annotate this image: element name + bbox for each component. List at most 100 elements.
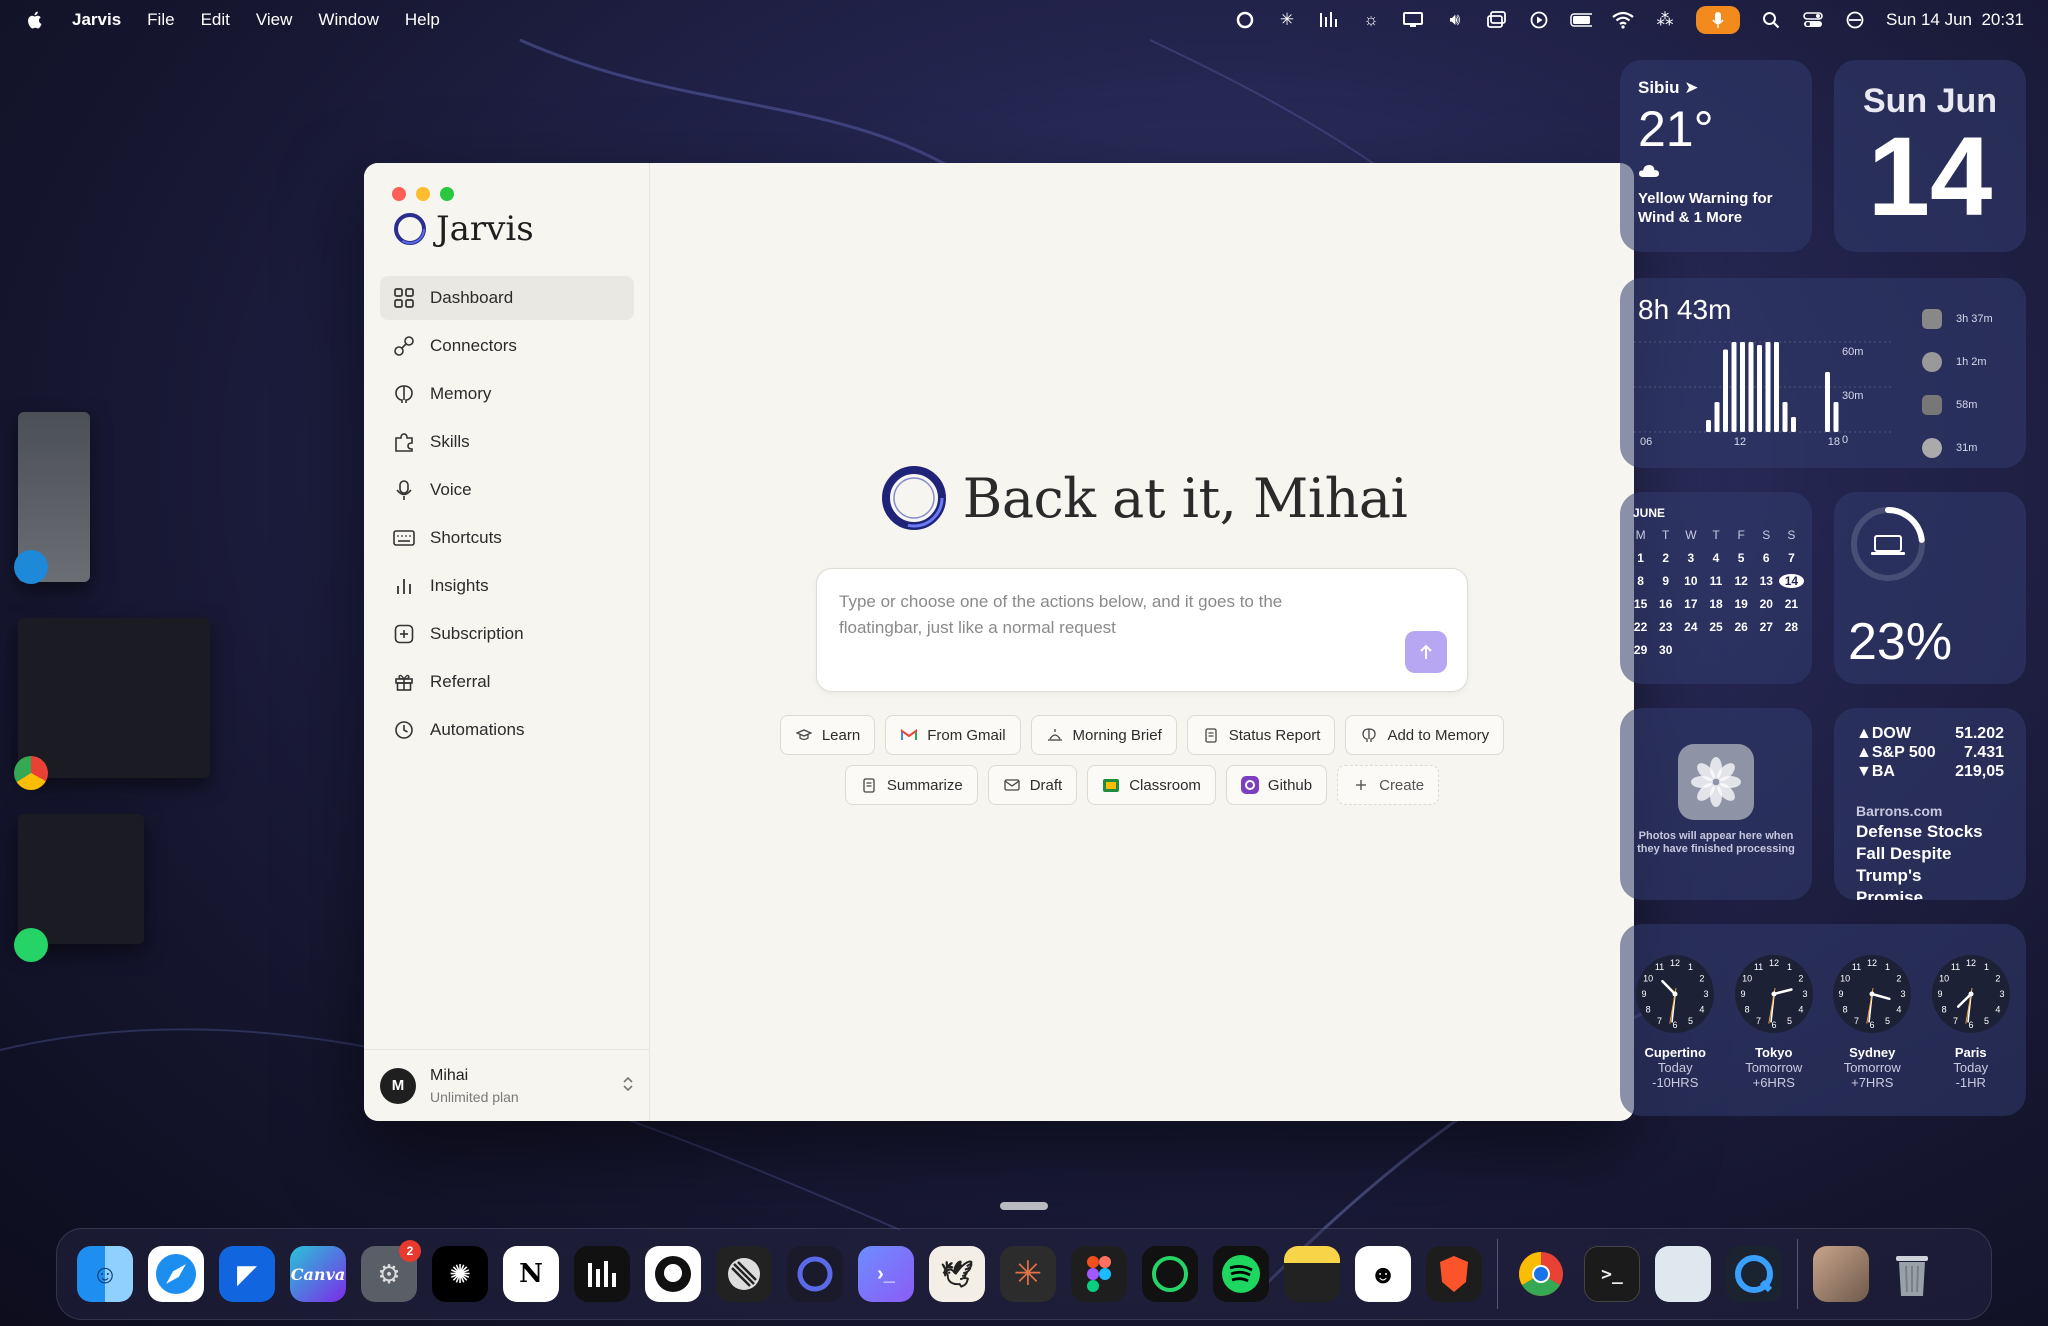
search-icon[interactable] (1760, 9, 1782, 31)
prompt-input[interactable] (839, 589, 1359, 669)
calendar-day[interactable]: 10 (1678, 574, 1703, 588)
menubar-datetime[interactable]: Sun 14 Jun 20:31 (1886, 10, 2024, 30)
calendar-day[interactable]: 19 (1729, 597, 1754, 611)
calendar-day[interactable]: 13 (1754, 574, 1779, 588)
record-icon[interactable] (1234, 9, 1256, 31)
close-button[interactable] (392, 187, 406, 201)
calendar-day[interactable]: 24 (1678, 620, 1703, 634)
sidebar-item-connectors[interactable]: Connectors (380, 324, 634, 368)
sidebar-item-dashboard[interactable]: Dashboard (380, 276, 634, 320)
microphone-active-icon[interactable] (1695, 6, 1740, 34)
calendar-day[interactable]: 6 (1754, 551, 1779, 565)
focus-icon[interactable] (1844, 9, 1866, 31)
calendar-day[interactable]: 17 (1678, 597, 1703, 611)
sidebar-item-automations[interactable]: Automations (380, 708, 634, 752)
dock-preview[interactable] (1655, 1246, 1711, 1302)
dock-figma[interactable] (1071, 1246, 1127, 1302)
dock-analytics[interactable] (574, 1246, 630, 1302)
calendar-day[interactable]: 27 (1754, 620, 1779, 634)
maximize-button[interactable] (440, 187, 454, 201)
battery-icon[interactable] (1570, 9, 1592, 31)
window-switch-icon[interactable] (1486, 9, 1508, 31)
dock-chatgpt[interactable]: ✺ (432, 1246, 488, 1302)
menu-app-name[interactable]: Jarvis (72, 10, 121, 30)
dock-github[interactable] (645, 1246, 701, 1302)
chevron-up-down-icon[interactable] (622, 1075, 634, 1096)
calendar-day[interactable]: 2 (1653, 551, 1678, 565)
sidebar-item-voice[interactable]: Voice (380, 468, 634, 512)
dock-persona[interactable]: ☻ (1355, 1246, 1411, 1302)
calendar-day[interactable]: 3 (1678, 551, 1703, 565)
dock-notion[interactable]: N (503, 1246, 559, 1302)
sparkle-icon[interactable]: ✳ (1276, 9, 1298, 31)
dock-brave[interactable] (1426, 1246, 1482, 1302)
calendar-day[interactable]: 20 (1754, 597, 1779, 611)
dock-finder[interactable]: ☺ (77, 1246, 133, 1302)
stage-window-chrome[interactable] (18, 618, 210, 778)
dock-safari[interactable] (148, 1246, 204, 1302)
apple-icon[interactable] (24, 9, 46, 31)
voice-waveform-icon[interactable]: ⁂ (1654, 9, 1676, 31)
calendar-day[interactable]: 30 (1653, 643, 1678, 657)
action-status-report[interactable]: Status Report (1186, 715, 1336, 755)
dock-terminal[interactable]: >_ (1584, 1246, 1640, 1302)
calendar-day[interactable]: 26 (1729, 620, 1754, 634)
sidebar-item-insights[interactable]: Insights (380, 564, 634, 608)
action-github[interactable]: Github (1225, 765, 1328, 805)
stocks-widget[interactable]: ▲DOW 51.202 ▲S&P 500 7.431 ▼BA 219,05 Barro… (1834, 708, 2026, 900)
dock-handle[interactable] (1000, 1202, 1048, 1210)
dock-jarvis[interactable] (787, 1246, 843, 1302)
screen-time-widget[interactable]: 8h 43m 60m 30m 0 06 12 18 3h 37m 1h 2m 5… (1620, 278, 2026, 468)
analytics-icon[interactable] (1318, 9, 1340, 31)
display-icon[interactable] (1402, 9, 1424, 31)
dock-claude[interactable]: ✳ (1000, 1246, 1056, 1302)
action-summarize[interactable]: Summarize (844, 765, 978, 805)
control-center-icon[interactable] (1802, 9, 1824, 31)
dock-chrome[interactable] (1513, 1246, 1569, 1302)
menu-view[interactable]: View (256, 10, 293, 30)
dock-canva[interactable]: Canva (290, 1246, 346, 1302)
dock-notes[interactable] (1284, 1246, 1340, 1302)
calendar-day[interactable]: 14 (1778, 574, 1804, 588)
action-draft[interactable]: Draft (987, 765, 1078, 805)
calendar-day[interactable]: 7 (1779, 551, 1804, 565)
calendar-day[interactable]: 23 (1653, 620, 1678, 634)
minimize-button[interactable] (416, 187, 430, 201)
dock-cardhop[interactable]: 🕊︎ (929, 1246, 985, 1302)
wifi-icon[interactable] (1612, 9, 1634, 31)
dock-linear[interactable] (716, 1246, 772, 1302)
calendar-day[interactable]: 11 (1703, 574, 1728, 588)
calendar-day[interactable]: 28 (1779, 620, 1804, 634)
calendar-day[interactable]: 12 (1729, 574, 1754, 588)
calendar-day[interactable]: 1 (1628, 551, 1653, 565)
action-create[interactable]: Create (1337, 765, 1440, 805)
calendar-day[interactable]: 4 (1703, 551, 1728, 565)
action-add-to-memory[interactable]: Add to Memory (1345, 715, 1505, 755)
battery-widget[interactable]: 23% (1834, 492, 2026, 684)
dock-spotify[interactable] (1213, 1246, 1269, 1302)
send-button[interactable] (1405, 631, 1447, 673)
dock-trash[interactable] (1884, 1246, 1940, 1302)
dock-system-settings[interactable]: ⚙ 2 (361, 1240, 421, 1302)
dock-remote[interactable]: ›_ (858, 1246, 914, 1302)
menu-help[interactable]: Help (405, 10, 440, 30)
calendar-day[interactable]: 29 (1628, 643, 1653, 657)
user-account[interactable]: M Mihai Unlimited plan (364, 1049, 650, 1121)
sunset-icon[interactable]: ☼ (1360, 9, 1382, 31)
sidebar-item-subscription[interactable]: Subscription (380, 612, 634, 656)
weather-widget[interactable]: Sibiu ➤ 21° Yellow Warning for Wind & 1 … (1620, 60, 1812, 252)
calendar-widget[interactable]: JUNE M T W T F S S 1 2 3 4 5 6 7 8 9 10 11 12 13 14 15 16 17 18 1… (1620, 492, 1812, 684)
action-morning-brief[interactable]: Morning Brief (1030, 715, 1177, 755)
menu-window[interactable]: Window (318, 10, 378, 30)
sidebar-item-skills[interactable]: Skills (380, 420, 634, 464)
menu-edit[interactable]: Edit (201, 10, 230, 30)
calendar-day[interactable]: 18 (1703, 597, 1728, 611)
calendar-day[interactable]: 15 (1628, 597, 1653, 611)
calendar-day[interactable]: 25 (1703, 620, 1728, 634)
dock-photo-stack[interactable] (1813, 1246, 1869, 1302)
play-icon[interactable] (1528, 9, 1550, 31)
calendar-day[interactable]: 8 (1628, 574, 1653, 588)
sidebar-item-referral[interactable]: Referral (380, 660, 634, 704)
menu-file[interactable]: File (147, 10, 174, 30)
volume-icon[interactable]: 🔊︎ (1444, 9, 1466, 31)
